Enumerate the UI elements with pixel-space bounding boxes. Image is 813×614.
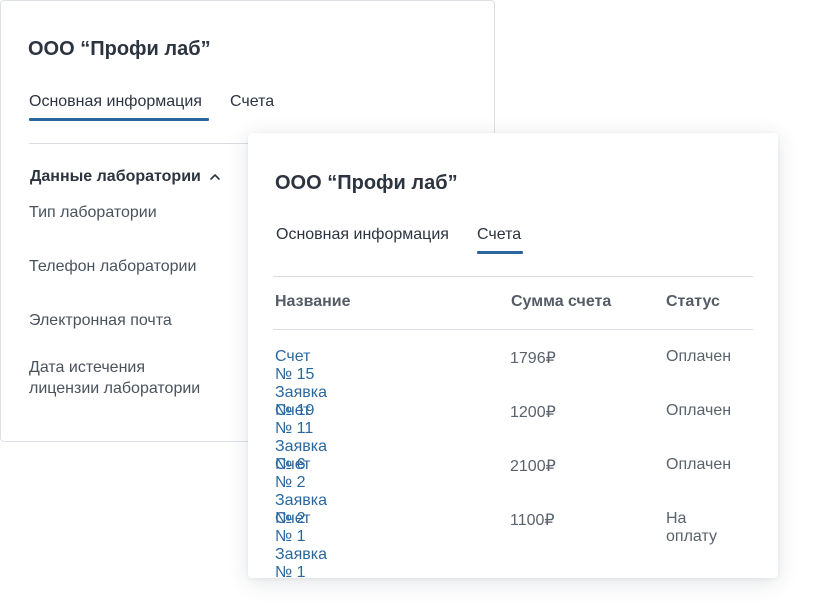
tab-main-info[interactable]: Основная информация — [29, 93, 202, 111]
invoice-amount: 2100₽ — [510, 458, 556, 475]
field-label-license-expiry-line1: Дата истечения — [29, 359, 145, 376]
column-header-status[interactable]: Статус — [666, 293, 720, 311]
invoice-amount: 1100₽ — [510, 512, 555, 529]
tabs-divider — [273, 276, 753, 277]
invoice-amount: 1796₽ — [510, 350, 556, 367]
tab-invoices[interactable]: Счета — [477, 226, 521, 244]
invoice-link[interactable]: Счет № 1 Заявка № 1 — [275, 510, 327, 582]
field-label-license-expiry-line2: лицензии лаборатории — [29, 380, 201, 397]
invoice-status: Оплачен — [666, 402, 732, 419]
column-header-name[interactable]: Название — [275, 293, 351, 311]
section-title: Данные лаборатории — [30, 168, 201, 185]
invoice-amount: 1200₽ — [510, 404, 556, 421]
active-tab-indicator — [477, 251, 523, 254]
chevron-up-icon — [210, 174, 220, 180]
section-lab-data-toggle[interactable]: Данные лаборатории — [30, 168, 221, 186]
header-divider — [273, 329, 753, 330]
field-label-lab-type: Тип лаборатории — [29, 204, 157, 221]
tab-main-info[interactable]: Основная информация — [276, 226, 449, 244]
field-label-email: Электронная почта — [29, 312, 172, 329]
invoices-card-title: ООО “Профи лаб” — [275, 172, 458, 194]
column-header-amount[interactable]: Сумма счета — [511, 293, 611, 311]
invoice-status: На оплату — [666, 510, 717, 545]
invoice-status: Оплачен — [666, 348, 732, 365]
tab-invoices[interactable]: Счета — [230, 93, 274, 111]
active-tab-indicator — [29, 118, 209, 121]
invoice-status: Оплачен — [666, 456, 732, 473]
page-title: ООО “Профи лаб” — [28, 38, 211, 60]
field-label-lab-phone: Телефон лаборатории — [29, 258, 197, 275]
